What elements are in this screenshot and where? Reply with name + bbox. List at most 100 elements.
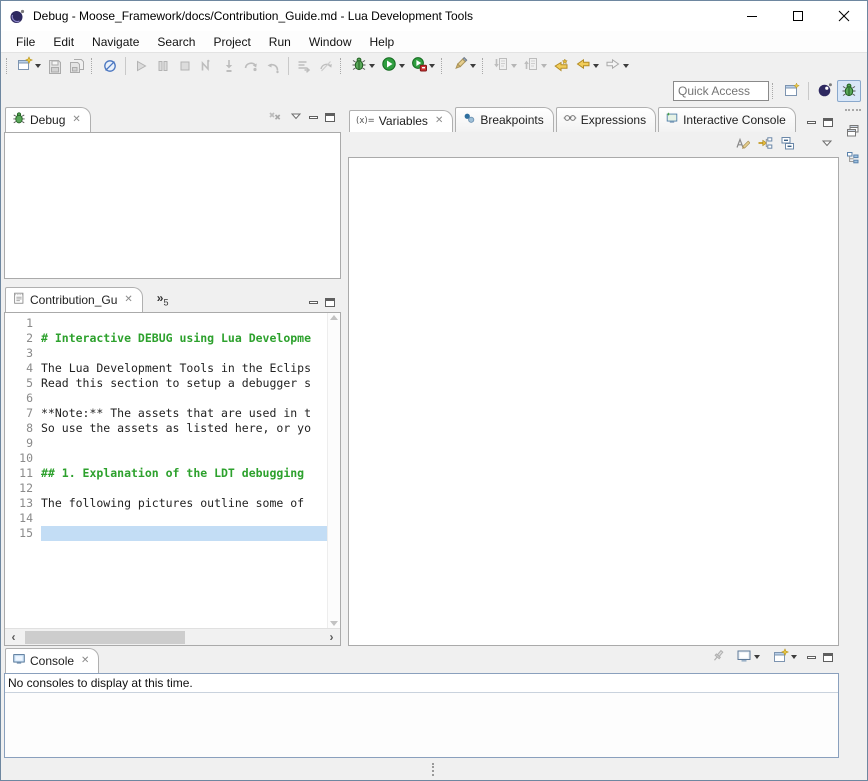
pin-console-icon[interactable] xyxy=(710,648,726,667)
view-menu-icon[interactable] xyxy=(290,110,302,125)
view-minimize-icon[interactable] xyxy=(309,116,318,119)
line-number[interactable]: 15 xyxy=(5,526,41,541)
status-drag-handle[interactable] xyxy=(432,763,436,776)
console-empty-area[interactable] xyxy=(5,693,838,757)
collapse-all-icon[interactable] xyxy=(780,135,796,154)
window-minimize-button[interactable] xyxy=(729,1,775,31)
scroll-left-icon[interactable]: ‹ xyxy=(5,630,22,644)
new-wizard-button[interactable] xyxy=(14,55,44,77)
menu-edit[interactable]: Edit xyxy=(44,33,83,51)
code-line[interactable]: 8So use the assets as listed here, or yo xyxy=(5,421,327,436)
code-line[interactable]: 14 xyxy=(5,511,327,526)
previous-annotation-button[interactable] xyxy=(520,55,550,77)
suspend-button[interactable] xyxy=(152,55,174,77)
scroll-down-icon[interactable] xyxy=(330,621,338,626)
next-annotation-button[interactable] xyxy=(490,55,520,77)
scroll-right-icon[interactable]: › xyxy=(323,630,340,644)
line-number[interactable]: 8 xyxy=(5,421,41,436)
tab-console[interactable]: Console ✕ xyxy=(5,648,99,673)
horizontal-sash[interactable] xyxy=(4,279,341,287)
tab-close-icon[interactable]: ✕ xyxy=(435,116,443,126)
code-line[interactable]: 1 xyxy=(5,316,327,331)
tab-close-icon[interactable]: ✕ xyxy=(72,115,80,125)
line-number[interactable]: 10 xyxy=(5,451,41,466)
save-button[interactable] xyxy=(44,55,66,77)
tab-close-icon[interactable]: ✕ xyxy=(81,656,89,666)
restart-button[interactable] xyxy=(315,55,337,77)
line-number[interactable]: 5 xyxy=(5,376,41,391)
code-line[interactable]: 9 xyxy=(5,436,327,451)
tab-interactive-console[interactable]: Interactive Console xyxy=(658,107,796,132)
marker-pen-button[interactable] xyxy=(449,55,479,77)
open-perspective-button[interactable] xyxy=(780,80,804,102)
code-line[interactable]: 4The Lua Development Tools in the Eclips xyxy=(5,361,327,376)
code-line[interactable]: 7**Note:** The assets that are used in t xyxy=(5,406,327,421)
tab-close-icon[interactable]: ✕ xyxy=(124,295,132,305)
code-line[interactable]: 13The following pictures outline some of xyxy=(5,496,327,511)
tab-breakpoints[interactable]: Breakpoints xyxy=(455,107,553,132)
tab-variables[interactable]: (x)= Variables ✕ xyxy=(349,110,453,132)
window-close-button[interactable] xyxy=(821,1,867,31)
scroll-up-icon[interactable] xyxy=(330,315,338,320)
code-line[interactable]: 10 xyxy=(5,451,327,466)
display-selected-console-button[interactable] xyxy=(733,646,763,668)
view-minimize-icon[interactable] xyxy=(309,301,318,304)
view-minimize-icon[interactable] xyxy=(807,121,816,124)
run-button[interactable] xyxy=(378,55,408,77)
perspective-debug-button[interactable] xyxy=(837,80,861,102)
back-button[interactable] xyxy=(572,55,602,77)
line-number[interactable]: 14 xyxy=(5,511,41,526)
view-maximize-icon[interactable] xyxy=(325,298,335,307)
show-type-names-icon[interactable] xyxy=(734,135,750,154)
line-number[interactable]: 7 xyxy=(5,406,41,421)
tab-debug[interactable]: Debug ✕ xyxy=(5,107,91,132)
line-number[interactable]: 3 xyxy=(5,346,41,361)
outline-view-icon[interactable] xyxy=(845,150,861,169)
line-number[interactable]: 1 xyxy=(5,316,41,331)
save-all-button[interactable] xyxy=(66,55,88,77)
use-step-filters-button[interactable] xyxy=(293,55,315,77)
debug-button[interactable] xyxy=(348,55,378,77)
remove-all-terminated-icon[interactable] xyxy=(267,108,283,127)
forward-button[interactable] xyxy=(602,55,632,77)
line-number[interactable]: 12 xyxy=(5,481,41,496)
menu-project[interactable]: Project xyxy=(204,33,259,51)
menu-help[interactable]: Help xyxy=(361,33,404,51)
code-line[interactable]: 11## 1. Explanation of the LDT debugging xyxy=(5,466,327,481)
view-maximize-icon[interactable] xyxy=(325,113,335,122)
step-return-button[interactable] xyxy=(262,55,284,77)
scrollbar-thumb[interactable] xyxy=(25,631,185,644)
menu-file[interactable]: File xyxy=(7,33,44,51)
restore-view-icon[interactable] xyxy=(845,123,861,142)
menu-run[interactable]: Run xyxy=(260,33,300,51)
code-line[interactable]: 5Read this section to setup a debugger s xyxy=(5,376,327,391)
view-maximize-icon[interactable] xyxy=(823,653,833,662)
quick-access-input[interactable] xyxy=(673,81,769,101)
skip-all-breakpoints-button[interactable] xyxy=(99,55,121,77)
view-menu-icon[interactable] xyxy=(821,137,833,152)
code-line[interactable]: 3 xyxy=(5,346,327,361)
line-number[interactable]: 11 xyxy=(5,466,41,481)
line-number[interactable]: 13 xyxy=(5,496,41,511)
resume-button[interactable] xyxy=(130,55,152,77)
code-line[interactable]: 12 xyxy=(5,481,327,496)
menu-navigate[interactable]: Navigate xyxy=(83,33,148,51)
view-minimize-icon[interactable] xyxy=(807,656,816,659)
menu-search[interactable]: Search xyxy=(148,33,204,51)
step-into-button[interactable] xyxy=(218,55,240,77)
code-editor[interactable]: 1 2# Interactive DEBUG using Lua Develop… xyxy=(5,313,327,628)
window-maximize-button[interactable] xyxy=(775,1,821,31)
line-number[interactable]: 9 xyxy=(5,436,41,451)
current-line-highlight[interactable]: 15 xyxy=(5,526,327,541)
perspective-lua-button[interactable] xyxy=(813,80,837,102)
line-number[interactable]: 2 xyxy=(5,331,41,346)
menu-window[interactable]: Window xyxy=(300,33,361,51)
trim-drag-handle[interactable] xyxy=(845,109,861,113)
tab-expressions[interactable]: Expressions xyxy=(556,107,656,132)
variables-view-content[interactable] xyxy=(348,157,839,646)
view-maximize-icon[interactable] xyxy=(823,118,833,127)
debug-view-content[interactable] xyxy=(4,132,341,279)
disconnect-button[interactable] xyxy=(196,55,218,77)
more-editors-indicator[interactable]: »5 xyxy=(143,291,169,312)
last-edit-location-button[interactable] xyxy=(550,55,572,77)
